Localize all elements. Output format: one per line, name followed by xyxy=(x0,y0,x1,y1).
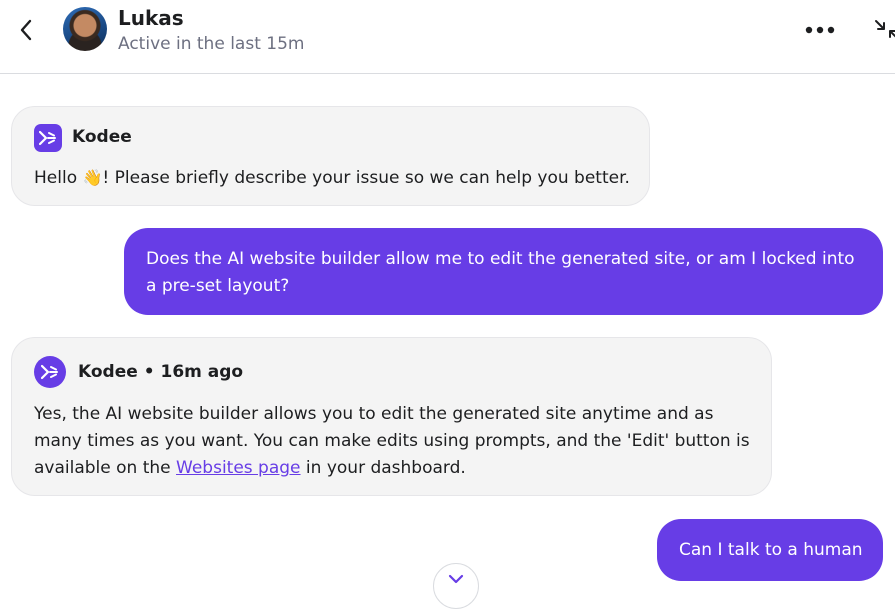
collapse-button[interactable] xyxy=(872,18,895,42)
sender-name: Kodee xyxy=(78,362,138,382)
websites-page-link[interactable]: Websites page xyxy=(176,458,301,478)
back-button[interactable] xyxy=(14,17,38,43)
chevron-left-icon xyxy=(20,19,32,41)
kodee-logo-icon xyxy=(34,356,66,388)
timestamp: 16m ago xyxy=(160,362,244,382)
message-text-part: Hello xyxy=(34,168,83,188)
more-horizontal-icon xyxy=(805,26,835,34)
contact-status: Active in the last 15m xyxy=(118,34,305,54)
message-text: Can I talk to a human xyxy=(679,540,863,560)
avatar xyxy=(63,7,107,51)
more-options-button[interactable] xyxy=(802,18,838,42)
chat-header: Lukas Active in the last 15m xyxy=(0,0,895,74)
sender-line: Kodee • 16m ago xyxy=(78,362,243,382)
bot-message: Kodee Hello 👋! Please briefly describe y… xyxy=(11,106,650,206)
scroll-down-button[interactable] xyxy=(433,563,479,609)
message-text-part: ! Please briefly describe your issue so … xyxy=(102,168,630,188)
message-text: Does the AI website builder allow me to … xyxy=(146,249,855,296)
separator: • xyxy=(137,362,161,382)
wave-emoji-icon: 👋 xyxy=(82,168,103,187)
sender-name: Kodee xyxy=(72,127,132,147)
message-text-part: in your dashboard. xyxy=(300,458,466,478)
bot-message: Kodee • 16m ago Yes, the AI website buil… xyxy=(11,337,772,496)
chevron-down-icon xyxy=(448,574,464,584)
user-message: Does the AI website builder allow me to … xyxy=(124,228,883,315)
message-text: Yes, the AI website builder allows you t… xyxy=(34,401,756,482)
contact-name: Lukas xyxy=(118,6,184,30)
user-message: Can I talk to a human xyxy=(657,519,883,581)
collapse-icon xyxy=(875,20,895,38)
kodee-logo-icon xyxy=(34,124,62,152)
message-text: Hello 👋! Please briefly describe your is… xyxy=(34,164,634,192)
